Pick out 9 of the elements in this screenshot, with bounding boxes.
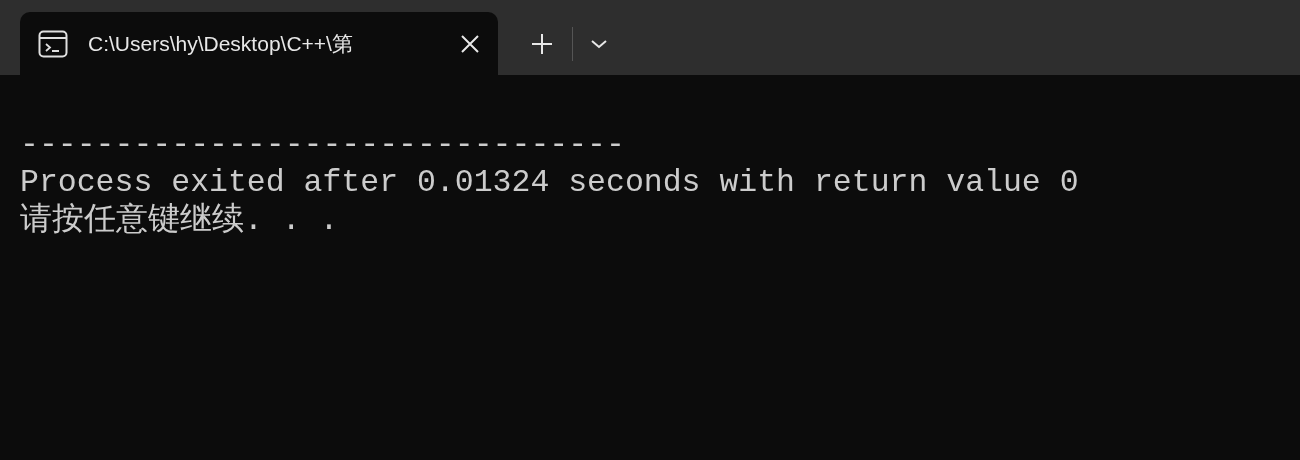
terminal-tab[interactable]: C:\Users\hy\Desktop\C++\第 — [20, 12, 498, 75]
tab-title: C:\Users\hy\Desktop\C++\第 — [88, 30, 354, 57]
chevron-down-icon — [590, 37, 608, 50]
console-icon — [38, 29, 68, 58]
console-line: Process exited after 0.01324 seconds with return value 0 — [20, 164, 1079, 202]
console-line: -------------------------------- — [20, 126, 625, 164]
close-icon[interactable] — [460, 33, 480, 54]
plus-icon — [531, 32, 553, 55]
console-line: 请按任意键继续. . . — [20, 202, 339, 240]
